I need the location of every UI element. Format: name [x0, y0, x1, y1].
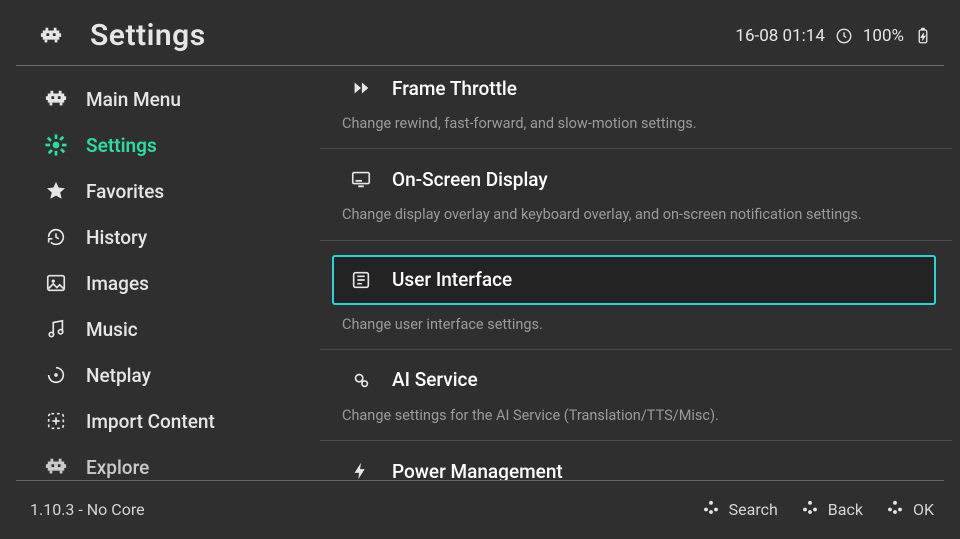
clock-icon — [835, 27, 853, 45]
music-icon — [44, 317, 68, 341]
sidebar-item-history[interactable]: History — [0, 214, 320, 260]
status-datetime: 16-08 01:14 — [735, 26, 824, 46]
hint-label: OK — [913, 500, 934, 519]
settings-row-desc: Change settings for the AI Service (Tran… — [338, 396, 878, 426]
sidebar-item-label: Import Content — [86, 410, 215, 433]
gamepad-icon — [885, 497, 905, 521]
settings-row-osd[interactable]: On-Screen Display Change display overlay… — [320, 148, 952, 239]
sidebar: Main Menu Settings Favorites History Ima… — [0, 66, 320, 480]
monitor-icon — [348, 166, 374, 192]
header-divider — [16, 65, 944, 66]
sidebar-item-label: Music — [86, 318, 138, 341]
sidebar-item-label: History — [86, 226, 147, 249]
sidebar-item-settings[interactable]: Settings — [0, 122, 320, 168]
sidebar-item-netplay[interactable]: Netplay — [0, 352, 320, 398]
sidebar-item-images[interactable]: Images — [0, 260, 320, 306]
hint-back[interactable]: Back — [800, 497, 863, 521]
settings-row-label: User Interface — [392, 268, 512, 291]
settings-row-user-interface[interactable]: User Interface Change user interface set… — [320, 240, 952, 349]
sidebar-item-main-menu[interactable]: Main Menu — [0, 76, 320, 122]
netplay-icon — [44, 363, 68, 387]
sidebar-item-label: Main Menu — [86, 88, 181, 111]
star-icon — [44, 179, 68, 203]
version-label: 1.10.3 - No Core — [30, 500, 145, 519]
gamepad-icon — [800, 497, 820, 521]
ui-icon — [348, 267, 374, 293]
import-icon — [44, 409, 68, 433]
sidebar-item-label: Netplay — [86, 364, 151, 387]
settings-row-ai-service[interactable]: AI Service Change settings for the AI Se… — [320, 349, 952, 440]
hint-ok[interactable]: OK — [885, 497, 934, 521]
app-icon — [34, 22, 68, 50]
footer: 1.10.3 - No Core Search Back OK — [0, 481, 960, 539]
image-icon — [44, 271, 68, 295]
settings-list: Frame Throttle Change rewind, fast-forwa… — [320, 66, 960, 480]
gamepad-icon — [701, 497, 721, 521]
sidebar-item-label: Settings — [86, 134, 157, 157]
settings-row-desc: Change rewind, fast-forward, and slow-mo… — [338, 104, 878, 134]
settings-row-label: On-Screen Display — [392, 168, 548, 191]
settings-row-desc: Change user interface settings. — [338, 305, 878, 335]
gears-icon — [348, 367, 374, 393]
sidebar-item-label: Images — [86, 272, 149, 295]
page-title: Settings — [90, 18, 206, 53]
sidebar-item-label: Explore — [86, 456, 149, 479]
history-icon — [44, 225, 68, 249]
settings-row-desc: Change display overlay and keyboard over… — [338, 195, 878, 225]
bolt-icon — [348, 458, 374, 480]
header: Settings 16-08 01:14 100% — [0, 0, 960, 65]
battery-icon — [914, 27, 932, 45]
hint-label: Back — [828, 500, 863, 519]
hint-search[interactable]: Search — [701, 497, 778, 521]
gear-icon — [44, 133, 68, 157]
settings-row-label: Frame Throttle — [392, 77, 517, 100]
sidebar-item-import-content[interactable]: Import Content — [0, 398, 320, 444]
settings-row-power-management[interactable]: Power Management Change power management… — [320, 440, 952, 480]
fast-forward-icon — [348, 75, 374, 101]
status-battery: 100% — [863, 26, 904, 46]
settings-row-frame-throttle[interactable]: Frame Throttle Change rewind, fast-forwa… — [320, 66, 952, 148]
footer-divider — [16, 480, 944, 481]
invader-icon — [44, 87, 68, 111]
sidebar-item-music[interactable]: Music — [0, 306, 320, 352]
hint-label: Search — [729, 500, 778, 519]
status-bar: 16-08 01:14 100% — [735, 26, 932, 46]
sidebar-item-explore[interactable]: Explore — [0, 444, 320, 479]
settings-row-label: AI Service — [392, 368, 478, 391]
settings-row-label: Power Management — [392, 460, 563, 480]
sidebar-item-label: Favorites — [86, 180, 164, 203]
sidebar-item-favorites[interactable]: Favorites — [0, 168, 320, 214]
invader-icon — [44, 455, 68, 479]
